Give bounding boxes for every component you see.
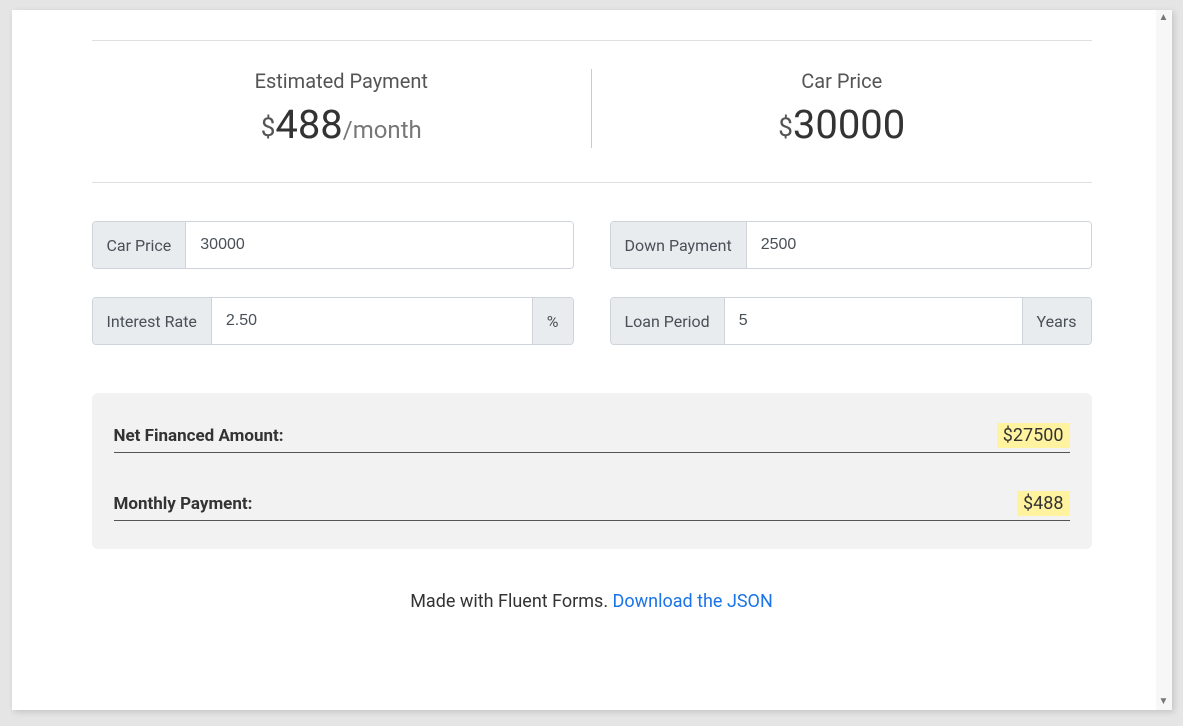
estimated-payment-label: Estimated Payment (92, 69, 592, 93)
net-financed-label: Net Financed Amount: (114, 426, 284, 446)
scroll-up-icon[interactable]: ▲ (1156, 10, 1172, 26)
down-payment-label: Down Payment (611, 222, 747, 268)
down-payment-group: Down Payment (610, 221, 1092, 269)
car-price-amount: 30000 (793, 101, 905, 148)
currency-symbol: $ (261, 113, 276, 143)
car-price-input[interactable] (186, 222, 572, 268)
car-price-summary-label: Car Price (592, 69, 1092, 93)
scroll-down-icon[interactable]: ▼ (1156, 694, 1172, 710)
footer-text: Made with Fluent Forms. Download the JSO… (92, 591, 1092, 612)
loan-period-group: Loan Period Years (610, 297, 1092, 345)
car-price-summary-value: $30000 (592, 101, 1092, 148)
estimated-payment-amount: 488 (275, 101, 342, 148)
results-box: Net Financed Amount: $27500 Monthly Paym… (92, 393, 1092, 549)
loan-period-label: Loan Period (611, 298, 725, 344)
page-container: Estimated Payment $488/month Car Price $… (12, 10, 1172, 710)
car-price-group: Car Price (92, 221, 574, 269)
scrollbar[interactable]: ▲ ▼ (1156, 10, 1172, 710)
footer-prefix: Made with Fluent Forms. (410, 591, 612, 612)
net-financed-row: Net Financed Amount: $27500 (114, 417, 1070, 453)
summary-car-price: Car Price $30000 (592, 69, 1092, 148)
form-grid: Car Price Down Payment Interest Rate % L… (92, 221, 1092, 345)
currency-symbol: $ (778, 113, 793, 143)
interest-rate-group: Interest Rate % (92, 297, 574, 345)
estimated-payment-suffix: /month (343, 116, 422, 144)
interest-rate-label: Interest Rate (93, 298, 212, 344)
estimated-payment-value: $488/month (92, 101, 592, 148)
summary-row: Estimated Payment $488/month Car Price $… (92, 41, 1092, 183)
net-financed-value: $27500 (997, 423, 1070, 448)
car-price-label: Car Price (93, 222, 187, 268)
monthly-payment-label: Monthly Payment: (114, 494, 253, 514)
interest-rate-suffix: % (532, 298, 573, 344)
summary-estimated-payment: Estimated Payment $488/month (92, 69, 593, 148)
interest-rate-input[interactable] (212, 298, 532, 344)
monthly-payment-value: $488 (1017, 491, 1069, 516)
loan-period-input[interactable] (725, 298, 1022, 344)
down-payment-input[interactable] (747, 222, 1091, 268)
monthly-payment-row: Monthly Payment: $488 (114, 485, 1070, 521)
form-content: Estimated Payment $488/month Car Price $… (52, 40, 1132, 652)
download-json-link[interactable]: Download the JSON (613, 591, 773, 612)
loan-period-suffix: Years (1022, 298, 1091, 344)
